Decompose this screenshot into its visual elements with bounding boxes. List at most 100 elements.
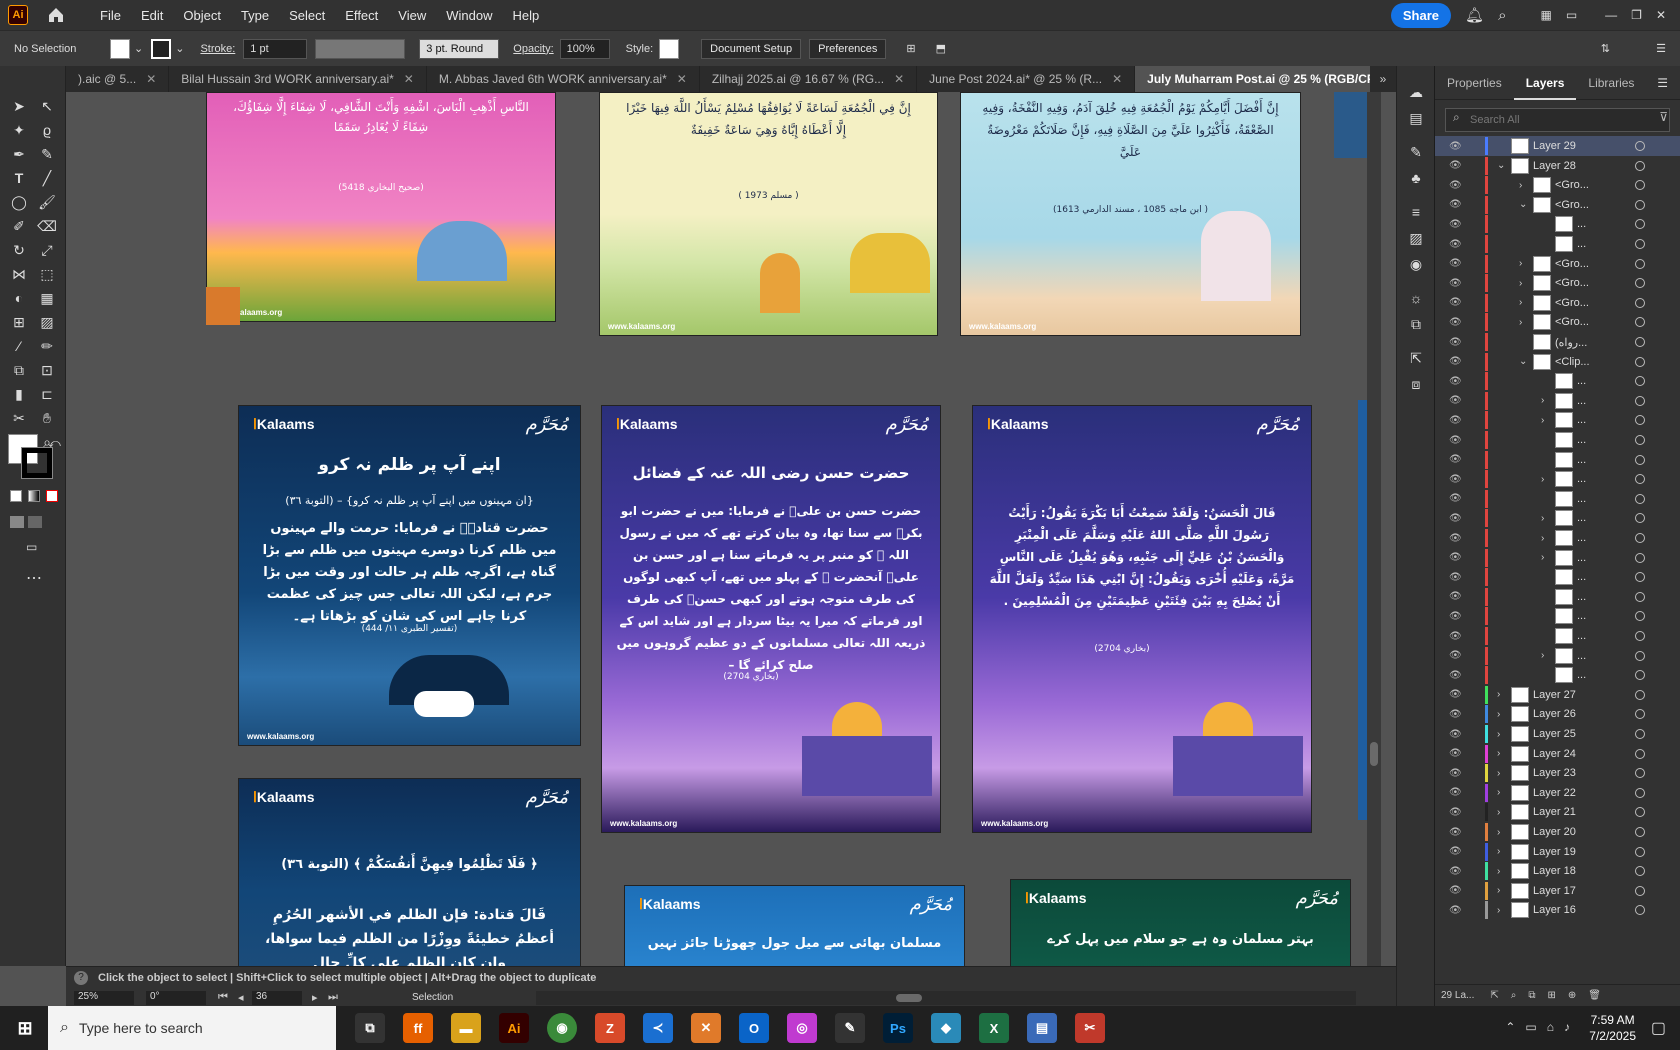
target-circle-icon[interactable] [1635, 219, 1645, 230]
target-circle-icon[interactable] [1635, 239, 1645, 249]
expand-arrow-icon[interactable]: › [1497, 807, 1500, 818]
mesh-tool-icon[interactable]: ⊞ [8, 312, 30, 332]
panel-tab-properties[interactable]: Properties [1435, 76, 1514, 90]
target-circle-icon[interactable] [1635, 689, 1645, 700]
visibility-eye-icon[interactable]: 👁︎ [1449, 729, 1463, 740]
close-tab-icon[interactable]: ✕ [677, 72, 687, 86]
stroke-color-box[interactable] [21, 447, 53, 479]
artboard-muharram-4[interactable]: ﺍKalaams مُحَرَّم ﴿ فَلَا تَظْلِمُوا فِي… [238, 778, 581, 966]
selection-tool-icon[interactable]: ➤ [8, 96, 30, 116]
expand-arrow-icon[interactable]: › [1519, 297, 1522, 308]
document-tab[interactable]: Zilhajj 2025.ai @ 16.67 % (RG... ✕ [700, 66, 918, 92]
target-circle-icon[interactable] [1635, 670, 1645, 681]
document-tab[interactable]: July Muharram Post.ai @ 25 % (RGB/CPU Pr… [1135, 66, 1399, 92]
stroke-weight-field[interactable]: 1 pt [243, 38, 308, 59]
expand-arrow-icon[interactable]: › [1541, 533, 1544, 544]
visibility-eye-icon[interactable]: 👁︎ [1449, 141, 1463, 152]
close-tab-icon[interactable]: ✕ [146, 72, 156, 86]
expand-arrow-icon[interactable]: › [1497, 787, 1500, 798]
target-circle-icon[interactable] [1635, 435, 1645, 445]
expand-arrow-icon[interactable]: › [1497, 709, 1500, 720]
menu-help[interactable]: Help [502, 8, 549, 23]
visibility-eye-icon[interactable]: 👁︎ [1449, 219, 1463, 230]
appearance-icon[interactable]: ☼ [1405, 288, 1427, 308]
ellipse-tool-icon[interactable]: ◯ [8, 192, 30, 212]
layer-row[interactable]: 👁︎... [1435, 489, 1680, 509]
target-circle-icon[interactable] [1635, 180, 1645, 191]
curvature-tool-icon[interactable]: ✎ [36, 144, 58, 164]
target-circle-icon[interactable] [1635, 533, 1645, 543]
layer-row[interactable]: 👁︎... [1435, 371, 1680, 391]
graphic-style-swatch[interactable] [659, 38, 680, 59]
layer-row[interactable]: 👁︎ ⌄ <Gro... [1435, 195, 1680, 215]
horizontal-scrollbar[interactable] [536, 991, 1356, 1005]
layer-row[interactable]: 👁︎ › Layer 23 [1435, 763, 1680, 783]
transform-icon[interactable]: ⊞ [906, 42, 915, 55]
visibility-eye-icon[interactable]: 👁︎ [1449, 885, 1463, 896]
layer-row[interactable]: 👁︎ ⌄ <Clip... [1435, 352, 1680, 372]
layer-row[interactable]: 👁︎ › <Gro... [1435, 312, 1680, 332]
brush-definition[interactable]: 3 pt. Round [419, 38, 500, 59]
artboard-tool-icon[interactable]: ⊏ [36, 384, 58, 404]
expand-arrow-icon[interactable]: › [1497, 905, 1500, 916]
target-circle-icon[interactable] [1635, 278, 1645, 289]
visibility-eye-icon[interactable]: 👁︎ [1449, 905, 1463, 916]
target-circle-icon[interactable] [1635, 395, 1645, 406]
vscode-icon[interactable]: ≺ [643, 1013, 673, 1043]
visibility-eye-icon[interactable]: 👁︎ [1449, 866, 1463, 877]
scrollbar-thumb[interactable] [1370, 742, 1378, 766]
measure-tool-icon[interactable]: ✏ [36, 336, 58, 356]
visibility-eye-icon[interactable]: 👁︎ [1449, 846, 1463, 857]
width-tool-icon[interactable]: ⋈ [8, 264, 30, 284]
symbol-sprayer-tool-icon[interactable]: ⊡ [36, 360, 58, 380]
target-circle-icon[interactable] [1635, 258, 1645, 269]
arrange-icon[interactable]: ▭ [1566, 8, 1577, 22]
target-circle-icon[interactable] [1635, 513, 1645, 524]
pen-app-icon[interactable]: ✎ [835, 1013, 865, 1043]
clip-icon[interactable]: ⧉ [1528, 990, 1535, 1001]
illustrator-icon[interactable]: Ai [499, 1013, 529, 1043]
layer-row[interactable]: 👁︎ › Layer 21 [1435, 802, 1680, 822]
draw-behind-icon[interactable] [28, 516, 42, 528]
delete-layer-icon[interactable]: 🗑︎ [1588, 990, 1601, 1001]
zoho-icon[interactable]: Z [595, 1013, 625, 1043]
visibility-eye-icon[interactable]: 👁︎ [1449, 199, 1463, 210]
expand-arrow-icon[interactable]: › [1541, 415, 1544, 426]
layer-row[interactable]: 👁︎ ›... [1435, 508, 1680, 528]
creative-cloud-icon[interactable]: ◎ [787, 1013, 817, 1043]
expand-arrow-icon[interactable]: › [1541, 474, 1544, 485]
rotate-tool-icon[interactable]: ↻ [8, 240, 30, 260]
screen-mode-icon[interactable]: ▭ [26, 540, 37, 554]
zoom-field[interactable]: 25% [74, 991, 134, 1005]
document-tab[interactable]: June Post 2024.ai* @ 25 % (R... ✕ [917, 66, 1136, 92]
chevron-down-icon[interactable]: ⌄ [134, 42, 143, 55]
layer-row[interactable]: 👁︎ ›... [1435, 646, 1680, 666]
target-circle-icon[interactable] [1635, 846, 1645, 857]
eraser-tool-icon[interactable]: ⌫ [36, 216, 58, 236]
next-artboard-icon[interactable]: ▸ [312, 991, 318, 1004]
target-circle-icon[interactable] [1635, 611, 1645, 622]
layer-row[interactable]: 👁︎ › <Gro... [1435, 273, 1680, 293]
layers-search-input[interactable]: Search All [1445, 108, 1670, 132]
layer-row[interactable]: 👁︎ ›... [1435, 410, 1680, 430]
filter-icon[interactable]: ⊽ [1659, 110, 1668, 124]
firefox-icon[interactable]: ff [403, 1013, 433, 1043]
gradient-tool-icon[interactable]: ▨ [36, 312, 58, 332]
layer-row[interactable]: 👁︎ ⌄ Layer 28 [1435, 156, 1680, 176]
menu-object[interactable]: Object [173, 8, 231, 23]
opacity-label[interactable]: Opacity: [513, 43, 553, 55]
layer-row[interactable]: 👁︎ › Layer 18 [1435, 861, 1680, 881]
layer-row[interactable]: 👁︎... [1435, 587, 1680, 607]
chevron-up-icon[interactable]: ⌃ [1505, 1020, 1515, 1034]
vertical-scrollbar[interactable] [1367, 92, 1381, 966]
visibility-eye-icon[interactable]: 👁︎ [1449, 376, 1463, 387]
layer-row[interactable]: 👁︎ › Layer 20 [1435, 822, 1680, 842]
excel-icon[interactable]: X [979, 1013, 1009, 1043]
minimize-icon[interactable]: — [1605, 8, 1617, 22]
target-circle-icon[interactable] [1635, 199, 1645, 210]
expand-arrow-icon[interactable]: › [1541, 650, 1544, 661]
visibility-eye-icon[interactable]: 👁︎ [1449, 572, 1463, 583]
target-circle-icon[interactable] [1635, 317, 1645, 328]
visibility-eye-icon[interactable]: 👁︎ [1449, 552, 1463, 563]
visibility-eye-icon[interactable]: 👁︎ [1449, 631, 1463, 642]
